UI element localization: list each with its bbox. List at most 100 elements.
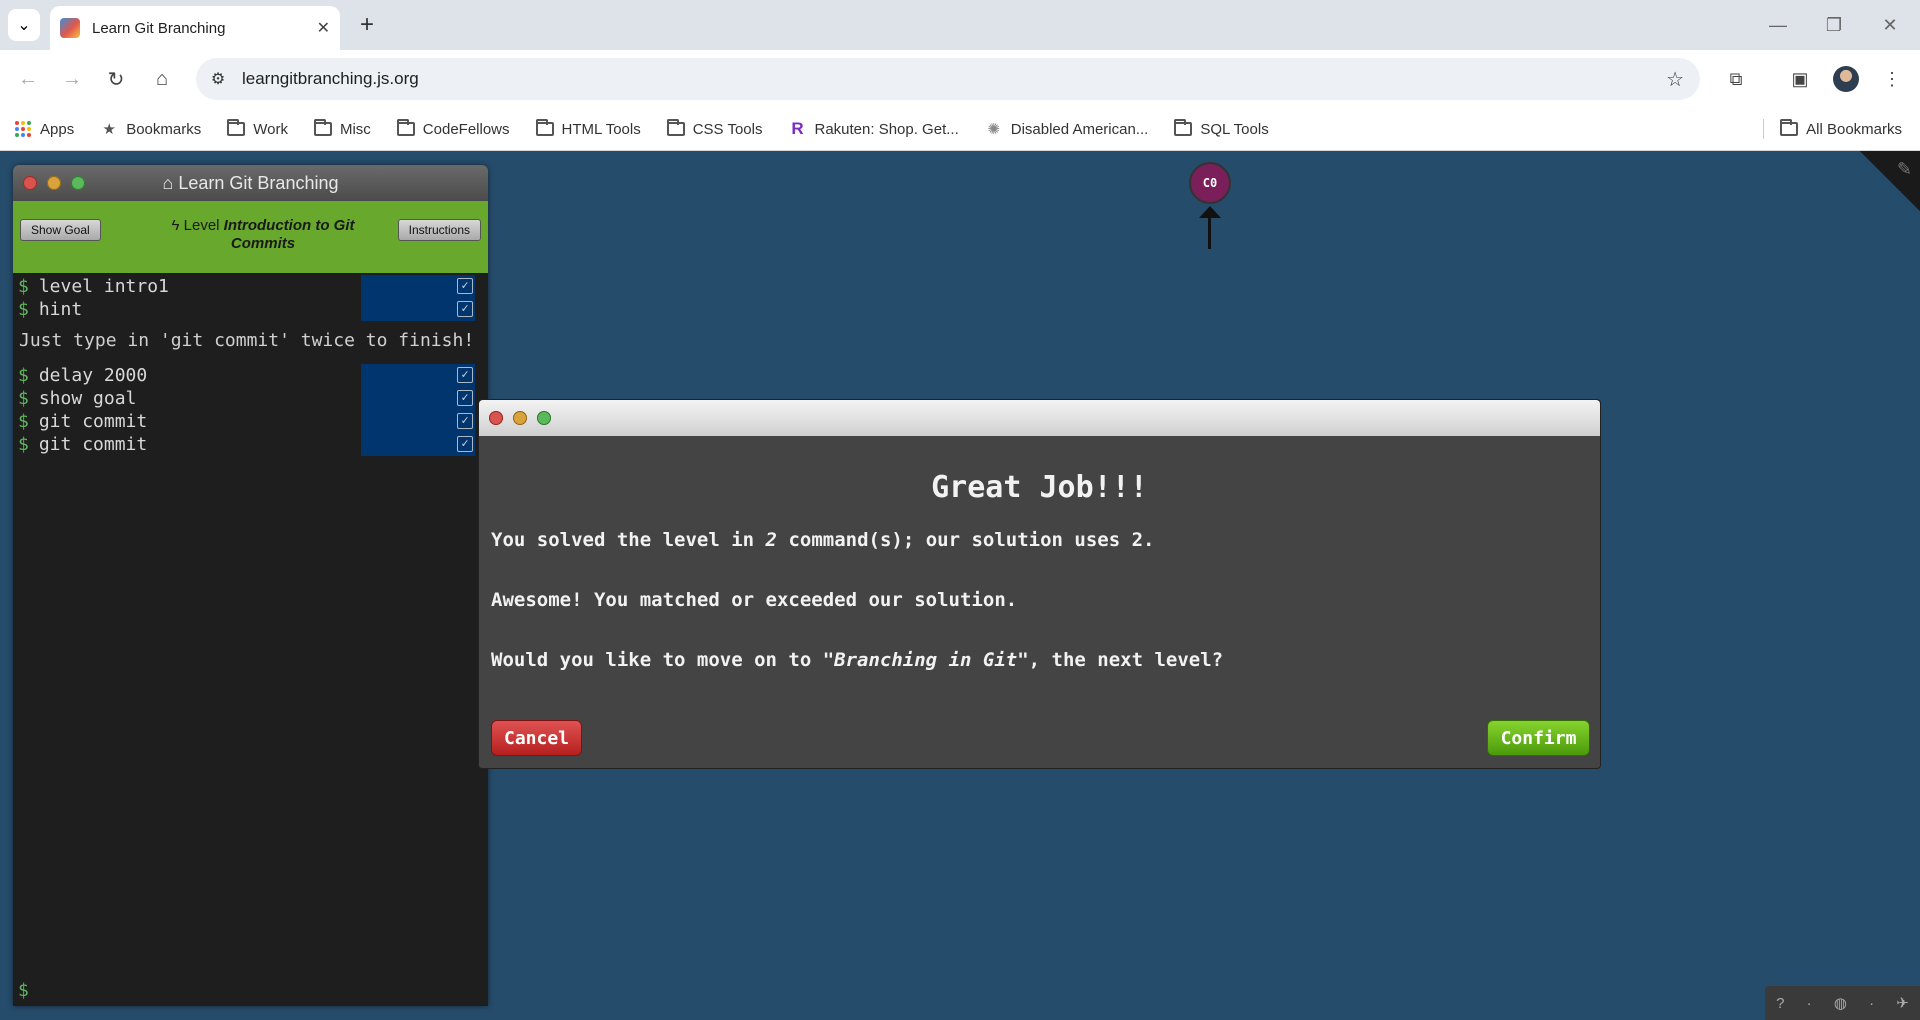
command-history: $ level intro1 ✓ $ hint ✓ Just type in 'gi… [13, 273, 488, 456]
command-text: level intro1 [38, 276, 169, 297]
command-row: $ git commit ✓ [13, 433, 488, 456]
terminal-title: Learn Git Branching [178, 172, 339, 193]
instructions-button[interactable]: Instructions [397, 219, 481, 241]
folder-icon [313, 119, 332, 137]
restore-button[interactable]: ❐ [1806, 0, 1862, 50]
side-panel-icon[interactable]: ▣ [1784, 63, 1816, 95]
folder-icon [666, 119, 685, 137]
bookmark-css-tools[interactable]: CSS Tools [666, 119, 763, 138]
bolt-icon: ϟ [171, 217, 180, 234]
bookmark-work[interactable]: Work [227, 119, 288, 138]
result-praise: Awesome! You matched or exceeded our sol… [491, 589, 1018, 611]
new-tab-button[interactable]: + [352, 10, 382, 40]
bookmark-bookmarks[interactable]: ★ Bookmarks [100, 120, 202, 139]
command-row: $ delay 2000 ✓ [13, 364, 488, 387]
level-complete-modal: Great Job!!! You solved the level in 2 c… [478, 399, 1601, 769]
rakuten-icon: R [791, 119, 804, 138]
chevron-down-icon: ⌄ [17, 17, 31, 34]
checkbox-checked-icon: ✓ [457, 390, 473, 406]
bookmark-label: Bookmarks [126, 120, 202, 138]
bookmarks-bar: Apps ★ Bookmarks Work Misc CodeFellows H… [0, 108, 1920, 151]
tab-learn-git-branching[interactable]: Learn Git Branching ✕ [50, 6, 340, 50]
bookmark-all-bookmarks[interactable]: All Bookmarks [1780, 119, 1902, 138]
command-text: show goal [38, 388, 137, 409]
bookmark-codefellows[interactable]: CodeFellows [396, 119, 510, 138]
bookmark-label: HTML Tools [561, 120, 641, 138]
globe-icon[interactable]: ◍ [1834, 994, 1847, 1012]
next-level-question: Would you like to move on to "Branching … [491, 649, 1224, 671]
reload-icon[interactable]: ↻ [100, 63, 132, 95]
bookmarks-divider [1763, 119, 1765, 139]
bookmark-misc[interactable]: Misc [313, 119, 371, 138]
bookmark-label: Apps [40, 120, 75, 138]
terminal-window: ⌂ Learn Git Branching Show Goal ϟ Level … [13, 165, 488, 1006]
separator-dot: · [1869, 994, 1875, 1012]
back-arrow-icon[interactable]: ← [12, 63, 44, 95]
menu-kebab-icon[interactable]: ⋮ [1876, 63, 1908, 95]
folder-icon [535, 119, 554, 137]
command-row: $ show goal ✓ [13, 387, 488, 410]
bookmark-label: All Bookmarks [1806, 120, 1902, 138]
bookmark-disabled-american[interactable]: ✺ Disabled American... [985, 121, 1148, 139]
bookmark-star-icon[interactable]: ☆ [1666, 67, 1684, 92]
close-icon[interactable]: ✕ [317, 18, 330, 38]
bookmark-label: Misc [339, 120, 371, 138]
address-bar[interactable]: ⚙ learngitbranching.js.org ☆ [196, 58, 1700, 100]
level-label: ϟ Level Introduction to Git Commits [143, 217, 383, 253]
page-canvas: ⌂ Learn Git Branching Show Goal ϟ Level … [0, 151, 1920, 1020]
forward-arrow-icon[interactable]: → [56, 63, 88, 95]
modal-titlebar [479, 400, 1600, 436]
bookmark-label: Work [253, 120, 288, 138]
confirm-button[interactable]: Confirm [1487, 720, 1590, 756]
bookmark-label: CSS Tools [692, 120, 763, 138]
bookmark-apps[interactable]: Apps [14, 121, 74, 138]
folder-icon [227, 119, 246, 137]
modal-title: Great Job!!! [931, 470, 1148, 505]
maximize-dot-icon[interactable] [537, 411, 551, 425]
hint-message: Just type in 'git commit' twice to finis… [19, 330, 475, 351]
home-icon: ⌂ [162, 172, 174, 193]
bookmark-sql-tools[interactable]: SQL Tools [1174, 119, 1269, 138]
tab-title: Learn Git Branching [92, 19, 226, 37]
bookmark-html-tools[interactable]: HTML Tools [535, 119, 641, 138]
avatar [1833, 66, 1859, 92]
command-text: git commit [38, 434, 148, 455]
folder-icon [1780, 119, 1799, 137]
window-close-button[interactable]: ✕ [1862, 0, 1918, 50]
tab-strip: ⌄ Learn Git Branching ✕ + — ❐ ✕ [0, 0, 1920, 50]
help-icon[interactable]: ? [1776, 995, 1784, 1012]
command-text: hint [38, 299, 83, 320]
command-row: $ git commit ✓ [13, 410, 488, 433]
minimize-dot-icon[interactable] [513, 411, 527, 425]
extensions-icon[interactable]: ⧉ [1720, 63, 1752, 95]
checkbox-checked-icon: ✓ [457, 367, 473, 383]
level-name: Introduction to Git Commits [223, 217, 355, 252]
checkbox-checked-icon: ✓ [457, 436, 473, 452]
cancel-button[interactable]: Cancel [491, 720, 582, 756]
minimize-button[interactable]: — [1750, 0, 1806, 50]
commit-node-c0[interactable]: C0 [1189, 162, 1231, 204]
checkbox-checked-icon: ✓ [457, 301, 473, 317]
folder-icon [1174, 119, 1193, 137]
command-prompt-input[interactable]: $ [18, 980, 29, 1001]
bookmark-rakuten[interactable]: R Rakuten: Shop. Get... [788, 119, 959, 138]
checkbox-checked-icon: ✓ [457, 278, 473, 294]
star-icon: ★ [102, 121, 116, 138]
close-dot-icon[interactable] [489, 411, 503, 425]
bookmark-label: SQL Tools [1200, 120, 1269, 138]
show-goal-button[interactable]: Show Goal [20, 219, 101, 241]
footer-links: ? · ◍ · ✈ [1765, 986, 1920, 1020]
branch-line [1208, 209, 1211, 249]
home-icon[interactable]: ⌂ [146, 63, 178, 95]
command-row: $ hint ✓ [13, 298, 488, 321]
tab-search-button[interactable]: ⌄ [8, 9, 40, 41]
url-text[interactable]: learngitbranching.js.org [242, 69, 1666, 89]
profile-avatar[interactable] [1830, 63, 1862, 95]
result-summary: You solved the level in 2 command(s); ou… [491, 529, 1155, 551]
site-info-icon[interactable]: ⚙ [206, 67, 230, 91]
level-toolbar: Show Goal ϟ Level Introduction to Git Co… [13, 201, 488, 273]
twitter-icon[interactable]: ✈ [1896, 994, 1909, 1012]
separator-dot: · [1806, 994, 1812, 1012]
site-favicon-icon [60, 18, 80, 38]
bookmark-label: Rakuten: Shop. Get... [814, 120, 959, 138]
